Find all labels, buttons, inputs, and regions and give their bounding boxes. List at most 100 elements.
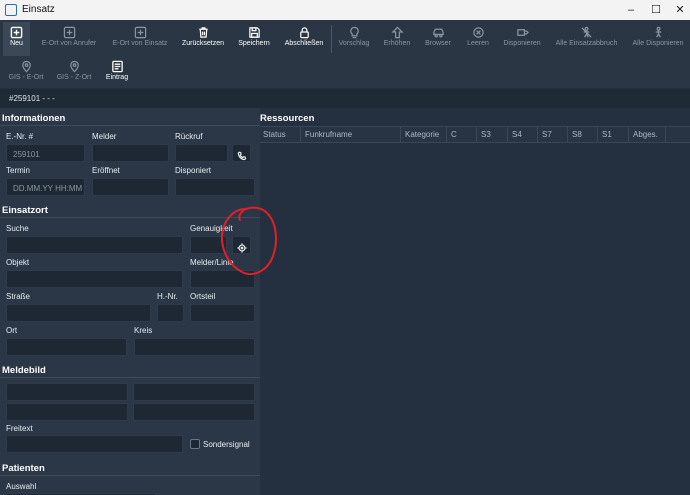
complete-button[interactable]: Abschließen	[281, 22, 327, 56]
cancel-all-label: Alle Einsatzabbruch	[555, 40, 618, 47]
search-field[interactable]	[6, 236, 183, 254]
clear-circle-icon	[462, 22, 494, 40]
plus-square-icon	[110, 22, 170, 40]
meldebild-header: Meldebild	[2, 365, 46, 376]
freitext-label: Freitext	[6, 424, 33, 433]
disponiert-label: Disponiert	[175, 166, 212, 175]
sondersignal-checkbox[interactable]	[190, 439, 200, 449]
meldebild-field-2[interactable]	[133, 383, 255, 401]
freitext-field[interactable]	[6, 435, 183, 453]
lightbulb-icon	[336, 22, 372, 40]
column-divider	[665, 127, 666, 142]
col-s4[interactable]: S4	[512, 130, 522, 139]
auswahl-label: Auswahl	[6, 482, 37, 491]
column-divider	[628, 127, 629, 142]
col-kategorie[interactable]: Kategorie	[405, 130, 439, 139]
column-divider	[446, 127, 447, 142]
dispatch-all-button[interactable]: Alle Disponieren	[628, 22, 688, 56]
kreis-label: Kreis	[134, 326, 153, 335]
gis-eort-button[interactable]: GIS - E-Ort	[4, 56, 48, 90]
dispatch-label: Disponieren	[503, 40, 541, 47]
melder-label: Melder	[92, 132, 117, 141]
raise-button[interactable]: Erhöhen	[380, 22, 414, 56]
ortsteil-label: Ortsteil	[190, 292, 216, 301]
strasse-label: Straße	[6, 292, 31, 301]
incident-path: #259101 - - -	[9, 94, 55, 103]
melder-linie-label: Melder/Linie	[190, 258, 234, 267]
dispatch-button[interactable]: Disponieren	[500, 22, 544, 56]
objekt-label: Objekt	[6, 258, 30, 267]
save-button[interactable]: Speichern	[234, 22, 274, 56]
genauigkeit-field[interactable]	[190, 236, 227, 254]
car-icon	[421, 22, 455, 40]
melder-linie-field[interactable]	[190, 270, 255, 288]
termin-label: Termin	[6, 166, 31, 175]
melder-field[interactable]	[92, 144, 169, 162]
col-status[interactable]: Status	[263, 130, 286, 139]
resources-panel: Ressourcen Status Funkrufname Kategorie …	[260, 108, 690, 495]
enr-label: E.-Nr. #	[6, 132, 34, 141]
column-divider	[567, 127, 568, 142]
meldebild-field-1[interactable]	[6, 383, 128, 401]
cancel-all-button[interactable]: Alle Einsatzabbruch	[553, 22, 620, 56]
col-funkrufname[interactable]: Funkrufname	[305, 130, 352, 139]
cancel-person-icon	[553, 22, 620, 40]
crosshair-icon	[236, 240, 247, 257]
gis-zort-button[interactable]: GIS - Z-Ort	[53, 56, 95, 90]
meldebild-field-3[interactable]	[6, 403, 128, 421]
column-divider	[537, 127, 538, 142]
column-divider	[476, 127, 477, 142]
reset-button[interactable]: Zurücksetzen	[180, 22, 226, 56]
termin-field[interactable]: DD.MM.YY HH:MM	[6, 178, 85, 196]
enr-field[interactable]: 259101	[6, 144, 85, 162]
eort-von-einsatz-button[interactable]: E-Ort von Einsatz	[110, 22, 170, 56]
suggestion-button[interactable]: Vorschlag	[336, 22, 372, 56]
suggestion-label: Vorschlag	[338, 40, 370, 47]
save-label: Speichern	[238, 40, 270, 47]
browser-button[interactable]: Browser	[421, 22, 455, 56]
meldebild-field-4[interactable]	[133, 403, 255, 421]
plus-square-icon	[3, 22, 30, 40]
kreis-field[interactable]	[134, 338, 255, 356]
section-divider	[0, 475, 260, 476]
maximize-button[interactable]: ☐	[648, 2, 664, 18]
phone-icon	[237, 148, 247, 165]
entry-button[interactable]: Eintrag	[102, 56, 132, 90]
hnr-label: H.-Nr.	[157, 292, 178, 301]
patienten-header: Patienten	[2, 463, 45, 474]
reset-label: Zurücksetzen	[181, 40, 225, 47]
map-pin-icon	[53, 56, 95, 74]
section-divider	[0, 377, 260, 378]
gis-zort-label: GIS - Z-Ort	[56, 74, 92, 81]
dispatch-person-icon	[628, 22, 688, 40]
objekt-field[interactable]	[6, 270, 183, 288]
ort-label: Ort	[6, 326, 18, 335]
col-s3[interactable]: S3	[481, 130, 491, 139]
section-divider	[0, 125, 260, 126]
plus-square-icon	[38, 22, 100, 40]
eort-von-einsatz-label: E-Ort von Einsatz	[112, 40, 168, 47]
disponiert-field[interactable]	[175, 178, 255, 196]
incident-form-panel: Informationen E.-Nr. # Melder Rückruf 25…	[0, 108, 260, 495]
col-s1[interactable]: S1	[602, 130, 612, 139]
column-divider	[597, 127, 598, 142]
ortsteil-field[interactable]	[190, 304, 255, 322]
hnr-field[interactable]	[157, 304, 184, 322]
lock-icon	[281, 22, 327, 40]
clear-button[interactable]: Leeren	[462, 22, 494, 56]
minimize-button[interactable]: –	[623, 2, 639, 18]
col-c[interactable]: C	[451, 130, 457, 139]
col-s8[interactable]: S8	[572, 130, 582, 139]
ort-field[interactable]	[6, 338, 127, 356]
col-abges[interactable]: Abges.	[633, 130, 658, 139]
new-button[interactable]: Neu	[3, 22, 30, 56]
locate-button[interactable]	[232, 236, 251, 254]
eort-von-anrufer-button[interactable]: E-Ort von Anrufer	[38, 22, 100, 56]
eroeffnet-field[interactable]	[92, 178, 169, 196]
close-button[interactable]: ✕	[672, 2, 688, 18]
strasse-field[interactable]	[6, 304, 151, 322]
col-s7[interactable]: S7	[542, 130, 552, 139]
resources-table-header: Status Funkrufname Kategorie C S3 S4 S7 …	[260, 126, 690, 143]
callback-phone-button[interactable]	[232, 144, 251, 162]
rueckruf-field[interactable]	[175, 144, 228, 162]
